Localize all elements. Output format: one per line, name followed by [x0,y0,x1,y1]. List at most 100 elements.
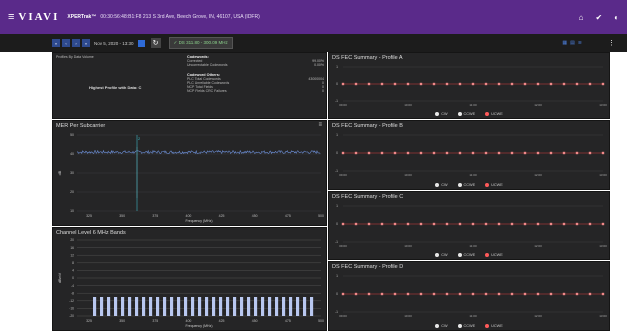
legend-label: UCWE [491,324,503,328]
data-point [497,292,501,296]
data-point [549,222,553,226]
legend-dot-icon [457,183,462,187]
other-value: 0 [322,89,324,93]
data-point [562,292,566,296]
fec-chart: 1 0 -109:00 10:00 11:00 12:00 13:00 [335,274,607,318]
y-tick-label: -1 [335,169,338,173]
channel-bar [261,297,265,316]
x-tick-label: 09:00 [339,314,347,318]
data-point [406,82,410,86]
date-display: Nov 5, 2020 - 13:30 [94,40,134,46]
data-point [562,222,566,226]
check-circle-icon[interactable]: ✔ [595,13,602,22]
frequency-selector[interactable]: ✓ DS 311.80 - 300.09 MHz [168,37,233,49]
data-point [406,222,410,226]
more-options-icon[interactable]: ⋮ [608,39,615,47]
last-page-button[interactable]: » [82,39,90,47]
legend-item[interactable]: CW [435,183,448,187]
channel-bar [191,297,195,316]
channel-bar [135,297,139,316]
codeword-value: 0.00% [314,63,324,67]
refresh-icon[interactable]: ↻ [150,38,161,48]
legend-item[interactable]: CCWE [457,324,475,328]
legend-item[interactable]: UCWE [485,324,503,328]
data-point [601,222,605,226]
data-point [406,151,410,155]
legend-item[interactable]: CW [435,253,448,257]
legend-dot-icon [485,253,490,257]
channel-bar [212,297,216,316]
first-page-button[interactable]: « [52,39,60,47]
hamburger-menu-icon[interactable]: ≡ [8,11,14,23]
legend-dot-icon [457,253,462,257]
grid-view-icon[interactable]: ▦ [562,40,567,46]
data-point [510,151,514,155]
next-button[interactable]: › [72,39,80,47]
fec-legend: CW CCWE UCWE [329,253,609,257]
x-tick-label: 13:00 [599,103,607,107]
channel-bar [149,297,153,316]
legend-item[interactable]: CW [435,112,448,116]
data-point [549,292,553,296]
x-tick-label: 10:00 [404,314,412,318]
legend-item[interactable]: CCWE [457,112,475,116]
legend-item[interactable]: UCWE [485,183,503,187]
fec-panel-c: DS FEC Summary - Profile C 1 0 -1 09:00 10:0… [328,191,610,260]
list-view-icon[interactable]: ▤ [570,40,575,46]
top-navbar: ≡ VIAVI XPERTrak™ 00:30:56:48:B1:F8 213 … [0,0,627,34]
legend-item[interactable]: UCWE [485,253,503,257]
cursor-label: 2 [138,136,141,141]
y-tick-label: 40 [70,152,74,156]
legend-item[interactable]: CCWE [457,183,475,187]
y-tick-label: 4 [72,269,74,273]
data-point [380,82,384,86]
y-tick-label: 0 [336,222,338,226]
y-tick-label: 20 [70,238,74,242]
channel-bar [114,297,118,316]
y-axis-label: dB [58,170,62,175]
data-point [588,222,592,226]
data-point [458,82,462,86]
legend-item[interactable]: UCWE [485,112,503,116]
theme-toggle-icon[interactable]: ◐ [614,13,619,22]
x-tick-label: 10:00 [404,103,412,107]
chart-view-icon[interactable]: ≋ [578,40,582,46]
legend-item[interactable]: CW [435,324,448,328]
data-point [536,292,540,296]
panel-menu-icon[interactable]: ≡ [318,122,322,128]
calendar-icon[interactable] [137,39,145,47]
data-point [393,151,397,155]
data-point [354,151,358,155]
data-point [354,222,358,226]
fec-panel-b: DS FEC Summary - Profile B 1 0 -1 09:00 10:0… [328,120,610,190]
channel-bar [170,297,174,316]
codewords-section: Codewords: Corrected 99.00% Uncorrectable… [187,55,324,93]
y-tick-label: -16 [69,307,74,311]
channel-level-panel: Channel Level 6 MHz Bands 20 16 12 8 4 0 -4 -8-… [52,227,327,331]
channel-bar [177,297,181,316]
topbar-actions: ⌂ ✔ ◐ [579,13,619,22]
channel-bar [128,297,132,316]
data-point [445,151,449,155]
data-point [575,151,579,155]
data-point [367,151,371,155]
data-point [523,292,527,296]
brand-logo: VIAVI [18,11,60,23]
data-point [484,292,488,296]
prev-button[interactable]: ‹ [62,39,70,47]
frequency-label: DS 311.80 - 300.09 MHz [178,40,228,45]
legend-dot-icon [435,253,440,257]
legend-item[interactable]: CCWE [457,253,475,257]
data-point [419,222,423,226]
y-tick-label: 1 [336,133,338,137]
channel-bar [93,297,97,316]
x-tick-label: 11:00 [469,173,477,177]
data-point [458,222,462,226]
data-point [588,292,592,296]
data-point [484,222,488,226]
left-margin [0,52,52,331]
fec-panel-d: DS FEC Summary - Profile D 1 0 -1 09:00 10:0… [328,261,610,331]
data-point [419,151,423,155]
home-icon[interactable]: ⌂ [579,13,584,22]
data-point [341,222,345,226]
